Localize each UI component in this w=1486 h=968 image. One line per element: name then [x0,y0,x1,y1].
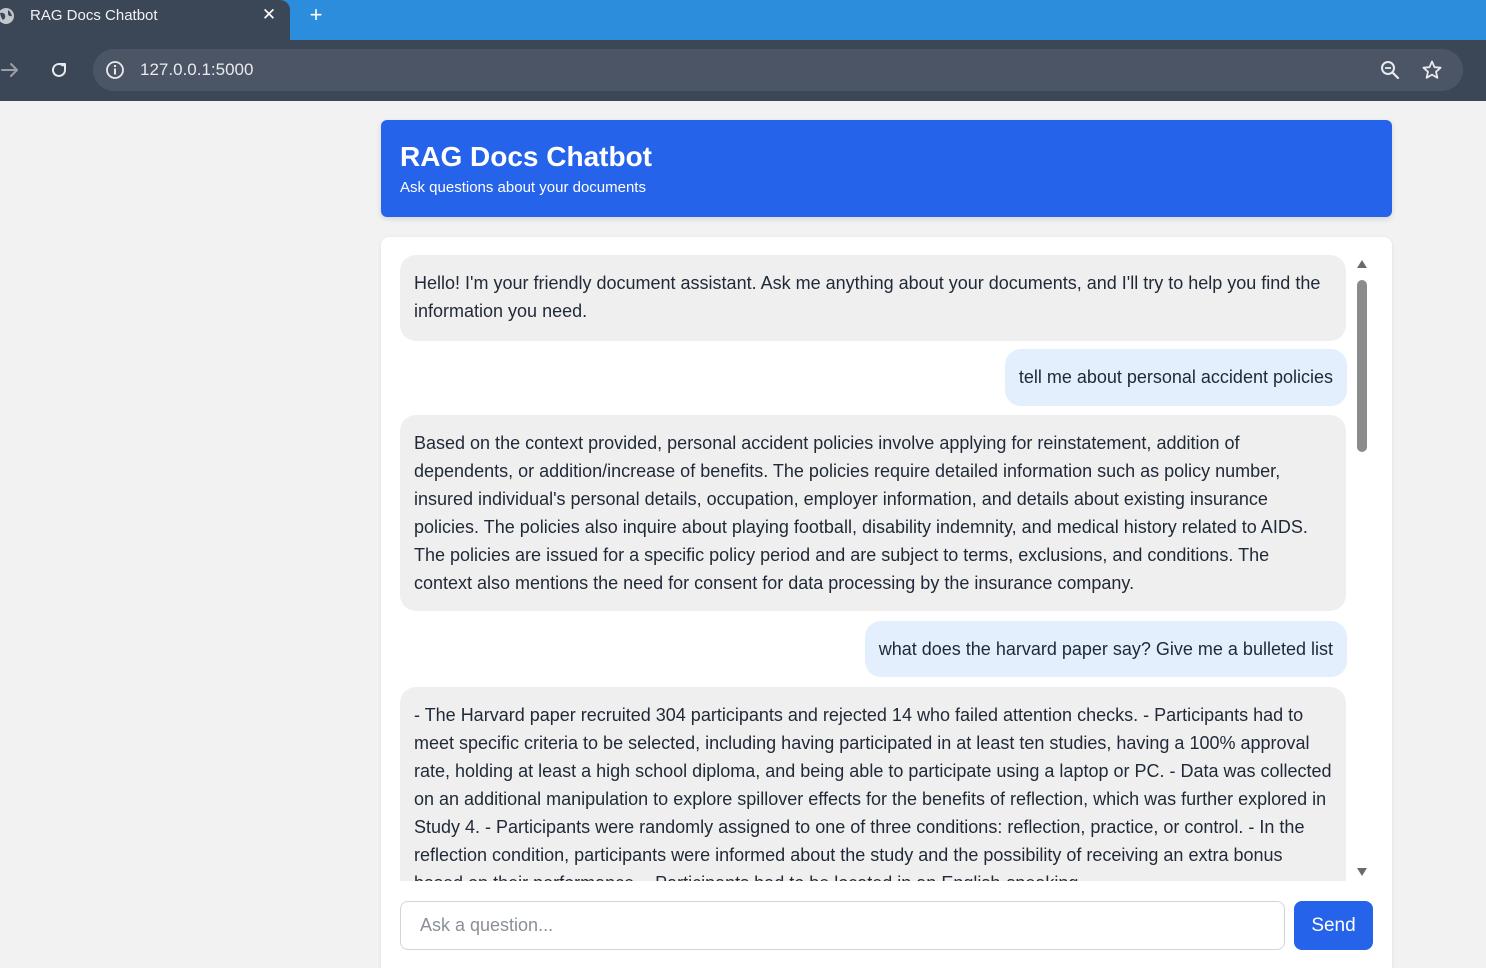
send-button[interactable]: Send [1294,901,1373,950]
reload-icon[interactable] [48,59,70,81]
star-icon[interactable] [1421,59,1443,81]
scroll-up-arrow-icon[interactable] [1356,259,1368,269]
bot-message: Based on the context provided, personal … [400,415,1346,611]
bot-message: Hello! I'm your friendly document assist… [400,255,1346,341]
message-list[interactable]: Hello! I'm your friendly document assist… [400,255,1347,881]
user-message: tell me about personal accident policies [1004,349,1347,406]
page-subtitle: Ask questions about your documents [400,179,646,196]
message-scrollbar[interactable] [1354,257,1370,883]
browser-tab-strip: RAG Docs Chatbot ✕ + [0,0,1486,40]
browser-tab[interactable]: RAG Docs Chatbot ✕ [0,0,290,40]
url-text[interactable]: 127.0.0.1:5000 [140,60,253,80]
app-header: RAG Docs Chatbot Ask questions about you… [381,120,1392,217]
page-content: RAG Docs Chatbot Ask questions about you… [0,101,1486,968]
browser-toolbar: 127.0.0.1:5000 [0,40,1486,101]
tab-title: RAG Docs Chatbot [30,7,158,24]
plus-icon[interactable]: + [305,4,327,26]
question-input[interactable] [400,901,1285,950]
address-bar[interactable]: 127.0.0.1:5000 [93,49,1463,91]
scroll-down-arrow-icon[interactable] [1356,867,1368,877]
forward-icon[interactable] [0,59,22,81]
globe-icon [0,8,14,24]
chat-container: Hello! I'm your friendly document assist… [381,237,1392,968]
page-title: RAG Docs Chatbot [400,141,652,172]
scrollbar-thumb[interactable] [1357,280,1367,452]
info-icon[interactable] [105,60,125,80]
zoom-icon[interactable] [1379,59,1401,81]
close-icon[interactable]: ✕ [259,5,279,25]
bot-message: - The Harvard paper recruited 304 partic… [400,687,1346,881]
user-message: what does the harvard paper say? Give me… [864,621,1347,677]
